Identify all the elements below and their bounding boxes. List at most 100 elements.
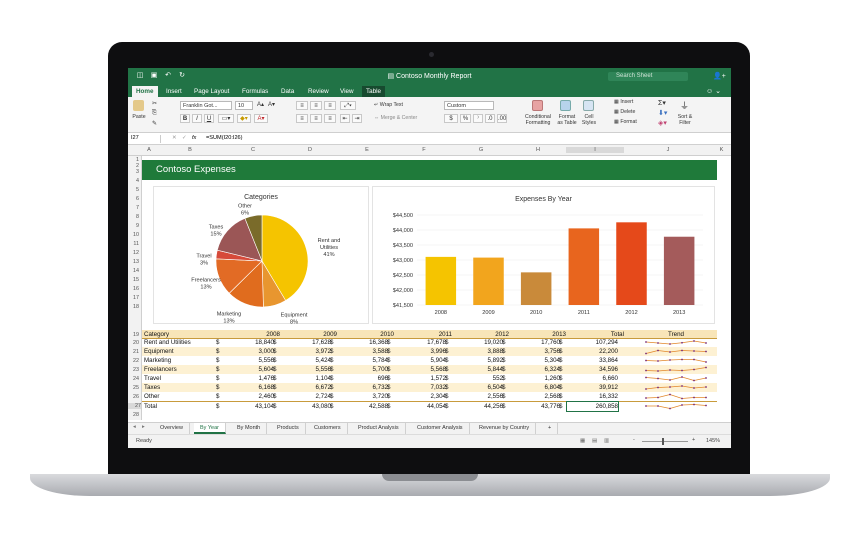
column-header[interactable]: J xyxy=(624,147,712,153)
align-right-icon[interactable]: ≡ xyxy=(324,114,336,123)
row-header[interactable]: 19 xyxy=(133,332,139,338)
row-header[interactable]: 26 xyxy=(133,394,139,400)
table-cell[interactable]: 43,776 xyxy=(510,402,560,411)
row-header[interactable]: 4 xyxy=(136,178,139,184)
table-cell[interactable]: 16,368 xyxy=(338,338,388,347)
column-header[interactable]: D xyxy=(282,147,338,153)
table-cell[interactable]: 1,104 xyxy=(281,374,331,383)
table-cell[interactable]: 3,000 xyxy=(224,347,274,356)
row-header[interactable]: 14 xyxy=(133,268,139,274)
row-header[interactable]: 6 xyxy=(136,196,139,202)
sheet-tab-customer-analysis[interactable]: Customer Analysis xyxy=(411,423,470,434)
table-cell[interactable]: 22,200 xyxy=(567,347,618,356)
table-cell[interactable]: 1,260 xyxy=(510,374,560,383)
column-header[interactable]: H xyxy=(510,147,566,153)
table-cell[interactable]: 33,864 xyxy=(567,356,618,365)
table-cell[interactable]: 17,760 xyxy=(510,338,560,347)
sheet-tab-revenue-by-country[interactable]: Revenue by Country xyxy=(473,423,537,434)
row-header[interactable]: 27 xyxy=(128,403,141,409)
column-header[interactable]: F xyxy=(396,147,452,153)
cancel-icon[interactable]: ✕ xyxy=(172,135,177,141)
zoom-in-button[interactable]: + xyxy=(692,437,695,443)
row-label[interactable]: Marketing xyxy=(144,356,171,365)
decrease-decimal-icon[interactable]: .00 xyxy=(497,114,507,123)
table-cell[interactable]: 5,424 xyxy=(281,356,331,365)
tab-formulas[interactable]: Formulas xyxy=(238,86,272,97)
sheet-tab-overview[interactable]: Overview xyxy=(154,423,190,434)
column-header[interactable]: G xyxy=(452,147,510,153)
tab-data[interactable]: Data xyxy=(277,86,298,97)
table-cell[interactable]: 552 xyxy=(453,374,503,383)
column-header-selected[interactable]: I xyxy=(566,147,624,153)
table-cell[interactable]: 3,720 xyxy=(338,392,388,401)
format-cells-button[interactable]: ▦ Format xyxy=(614,119,650,125)
row-label[interactable]: Travel xyxy=(144,374,161,383)
zoom-out-button[interactable]: - xyxy=(633,437,635,443)
table-cell[interactable]: 43,104 xyxy=(224,402,274,411)
row-header[interactable]: 13 xyxy=(133,259,139,265)
bar[interactable] xyxy=(663,236,695,305)
row-header[interactable]: 5 xyxy=(136,187,139,193)
row-header[interactable]: 7 xyxy=(136,205,139,211)
table-cell[interactable]: 16,332 xyxy=(567,392,618,401)
table-cell[interactable]: 5,568 xyxy=(395,365,446,374)
bar[interactable] xyxy=(568,228,600,305)
table-cell[interactable]: 6,804 xyxy=(510,383,560,392)
page-layout-view-icon[interactable]: ▤ xyxy=(592,438,597,444)
row-header[interactable]: 10 xyxy=(133,232,139,238)
tab-page-layout[interactable]: Page Layout xyxy=(190,86,233,97)
scroll-tabs-right-icon[interactable]: ▸ xyxy=(142,424,145,430)
table-cell[interactable]: 7,032 xyxy=(395,383,446,392)
italic-button[interactable]: I xyxy=(192,114,202,123)
table-cell[interactable]: 1,476 xyxy=(224,374,274,383)
table-cell[interactable]: 42,588 xyxy=(338,402,388,411)
bar[interactable] xyxy=(520,272,552,305)
font-size-select[interactable]: 10 xyxy=(235,101,253,110)
table-cell[interactable]: 17,678 xyxy=(395,338,446,347)
row-header[interactable]: 9 xyxy=(136,223,139,229)
fill-icon[interactable]: ⬇▾ xyxy=(658,109,667,117)
table-cell[interactable]: 3,996 xyxy=(395,347,446,356)
increase-indent-icon[interactable]: ⇥ xyxy=(352,114,362,123)
bar[interactable] xyxy=(425,256,457,305)
column-header[interactable]: K xyxy=(712,147,731,153)
format-as-table-button[interactable]: Format as Table xyxy=(556,114,578,126)
table-cell[interactable]: 18,840 xyxy=(224,338,274,347)
search-input[interactable]: Search Sheet xyxy=(608,72,688,81)
table-cell[interactable]: 260,858 xyxy=(566,401,619,412)
fill-color-icon[interactable]: ◆▾ xyxy=(237,114,251,123)
table-cell[interactable]: 6,732 xyxy=(338,383,388,392)
table-cell[interactable]: 5,556 xyxy=(281,365,331,374)
table-cell[interactable]: 5,844 xyxy=(453,365,503,374)
column-header[interactable]: B xyxy=(156,147,224,153)
align-bottom-icon[interactable]: ≡ xyxy=(324,101,336,110)
row-header[interactable]: 8 xyxy=(136,214,139,220)
number-format-select[interactable]: Custom xyxy=(444,101,494,110)
row-header[interactable]: 21 xyxy=(133,349,139,355)
column-header[interactable]: E xyxy=(338,147,396,153)
table-cell[interactable]: 2,724 xyxy=(281,392,331,401)
table-cell[interactable]: 5,784 xyxy=(338,356,388,365)
table-cell[interactable]: 2,556 xyxy=(453,392,503,401)
increase-decimal-icon[interactable]: .0 xyxy=(485,114,495,123)
tab-home[interactable]: Home xyxy=(132,86,158,97)
paste-button[interactable]: Paste xyxy=(130,114,148,120)
clear-icon[interactable]: ◈▾ xyxy=(658,119,667,127)
grow-font-icon[interactable]: A▴ xyxy=(257,101,264,108)
row-header[interactable]: 17 xyxy=(133,295,139,301)
conditional-formatting-icon[interactable] xyxy=(532,100,543,111)
cut-icon[interactable]: ✂ xyxy=(152,100,157,107)
format-as-table-icon[interactable] xyxy=(560,100,571,111)
row-header[interactable]: 16 xyxy=(133,286,139,292)
bar[interactable] xyxy=(473,257,504,305)
decrease-indent-icon[interactable]: ⇤ xyxy=(340,114,350,123)
row-header[interactable]: 22 xyxy=(133,358,139,364)
merge-center-button[interactable]: ⇔ Merge & Center xyxy=(374,115,430,121)
comma-style-icon[interactable]: ⁾ xyxy=(473,114,483,123)
shrink-font-icon[interactable]: A▾ xyxy=(268,101,275,108)
conditional-formatting-button[interactable]: Conditional Formatting xyxy=(521,114,555,126)
sheet-tab-by-month[interactable]: By Month xyxy=(231,423,268,434)
table-cell[interactable]: 2,304 xyxy=(395,392,446,401)
sheet-tab-by-year[interactable]: By Year xyxy=(194,423,226,434)
autosum-icon[interactable]: Σ▾ xyxy=(658,99,666,107)
